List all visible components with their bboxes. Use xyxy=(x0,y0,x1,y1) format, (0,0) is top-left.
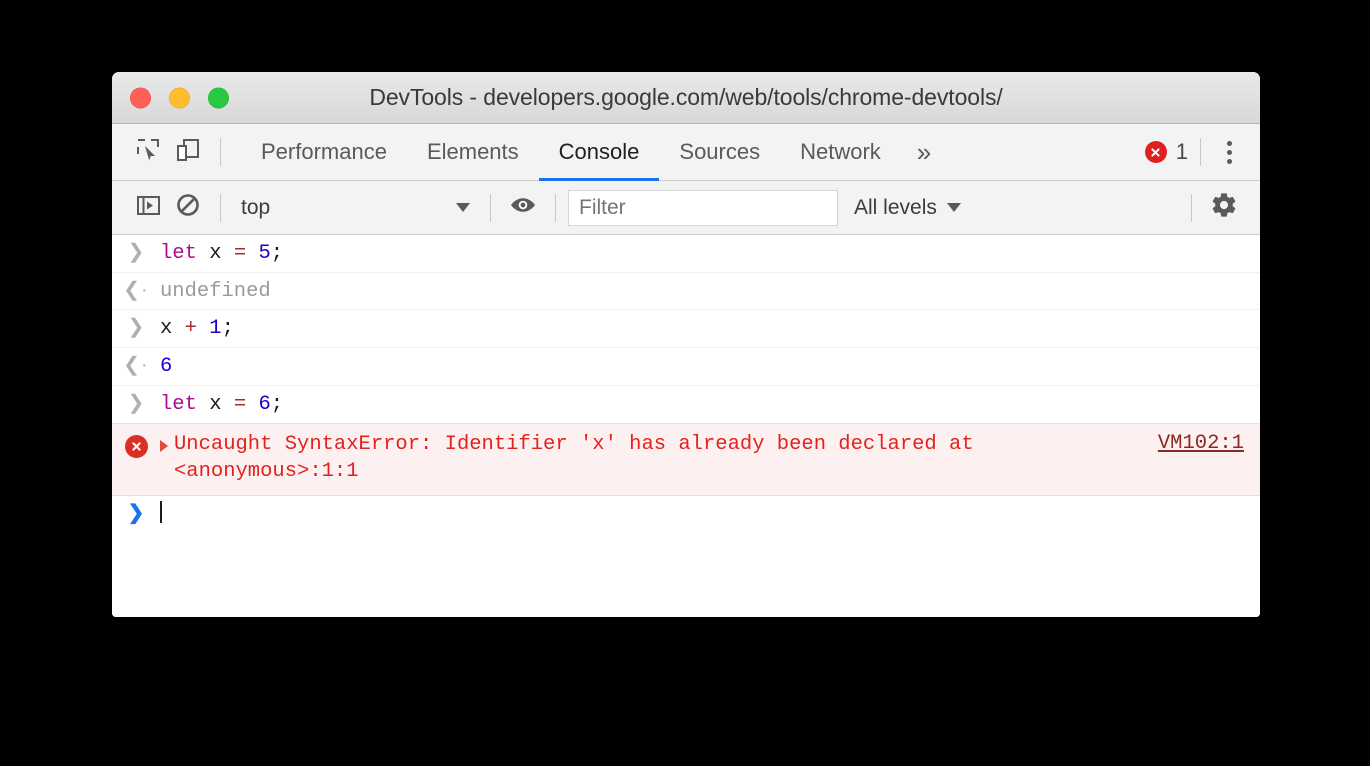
device-toolbar-button[interactable] xyxy=(168,132,208,172)
console-row-output[interactable]: 6 xyxy=(112,348,1260,386)
row-gutter xyxy=(112,315,160,337)
console-row-output[interactable]: undefined xyxy=(112,273,1260,311)
console-prompt-row[interactable] xyxy=(112,496,1260,534)
input-chevron-icon xyxy=(128,317,145,337)
devtools-tabbar: Performance Elements Console Sources Net… xyxy=(112,124,1260,181)
minimize-button[interactable] xyxy=(169,87,190,108)
live-expression-icon xyxy=(509,191,537,224)
maximize-button[interactable] xyxy=(208,87,229,108)
console-sidebar-toggle-button[interactable] xyxy=(128,188,168,228)
error-source-link[interactable]: VM102:1 xyxy=(1138,432,1244,455)
console-row-input[interactable]: x + 1; xyxy=(112,310,1260,349)
window-controls xyxy=(130,87,229,108)
error-count-label: 1 xyxy=(1175,139,1188,164)
tab-performance[interactable]: Performance xyxy=(241,124,407,180)
console-row-input[interactable]: let x = 5; xyxy=(112,235,1260,273)
row-gutter xyxy=(112,391,160,413)
input-chevron-icon xyxy=(128,393,145,413)
chevron-down-icon xyxy=(456,203,470,212)
row-gutter xyxy=(112,278,160,300)
console-toolbar-divider-1 xyxy=(220,193,221,222)
close-button[interactable] xyxy=(130,87,151,108)
console-prompt-input[interactable] xyxy=(160,500,1260,529)
live-expression-button[interactable] xyxy=(503,188,543,228)
tab-network[interactable]: Network xyxy=(780,124,901,180)
console-row-error[interactable]: Uncaught SyntaxError: Identifier 'x' has… xyxy=(112,423,1260,496)
console-input-expression-0: let x = 5; xyxy=(160,242,284,265)
inspect-element-icon xyxy=(135,137,161,168)
expand-triangle-icon[interactable] xyxy=(160,440,168,453)
input-chevron-icon xyxy=(128,242,145,262)
tabbar-right-divider xyxy=(1200,138,1201,166)
prompt-chevron-icon xyxy=(128,503,145,523)
clear-console-icon xyxy=(175,192,201,223)
error-message: Uncaught SyntaxError: Identifier 'x' has… xyxy=(174,433,974,483)
console-output-value-1: undefined xyxy=(160,279,271,303)
execution-context-select[interactable]: top xyxy=(233,191,478,225)
tabbar-divider xyxy=(220,138,221,166)
log-level-select[interactable]: All levels xyxy=(838,196,977,220)
tabbar-right-controls: 1 xyxy=(1144,138,1260,166)
console-toolbar-divider-2 xyxy=(490,193,491,222)
devtools-window: DevTools - developers.google.com/web/too… xyxy=(112,72,1260,617)
row-gutter xyxy=(112,240,160,262)
settings-button[interactable] xyxy=(1204,188,1244,228)
console-input-expression-4: let x = 6; xyxy=(160,392,284,416)
error-body: Uncaught SyntaxError: Identifier 'x' has… xyxy=(160,432,1260,485)
inspect-element-button[interactable] xyxy=(128,132,168,172)
console-message-list[interactable]: let x = 5; undefined x + 1; 6 let x = 6; xyxy=(112,235,1260,617)
chevron-down-icon xyxy=(946,203,961,212)
console-output-value-3: 6 xyxy=(160,355,173,379)
window-titlebar: DevTools - developers.google.com/web/too… xyxy=(112,72,1260,124)
console-sidebar-toggle-icon xyxy=(136,193,161,223)
console-toolbar: top All levels xyxy=(112,181,1260,235)
error-count-badge[interactable]: 1 xyxy=(1144,139,1188,165)
console-row-input[interactable]: let x = 6; xyxy=(112,386,1260,424)
kebab-menu-icon[interactable] xyxy=(1213,140,1246,164)
log-level-value: All levels xyxy=(854,195,937,219)
error-circle-icon xyxy=(1144,141,1167,163)
execution-context-value: top xyxy=(241,195,271,219)
console-input-expression-2: x + 1; xyxy=(160,317,234,341)
row-gutter xyxy=(112,501,160,523)
tab-sources[interactable]: Sources xyxy=(659,124,780,180)
row-gutter xyxy=(112,353,160,375)
window-title: DevTools - developers.google.com/web/too… xyxy=(369,84,1003,110)
settings-gear-icon xyxy=(1210,191,1238,224)
console-toolbar-divider-4 xyxy=(1191,193,1192,222)
error-circle-icon xyxy=(124,435,148,459)
tab-elements[interactable]: Elements xyxy=(407,124,539,180)
output-chevron-icon xyxy=(123,280,148,300)
tab-console[interactable]: Console xyxy=(538,124,660,181)
filter-input[interactable] xyxy=(568,189,838,226)
clear-console-button[interactable] xyxy=(168,188,208,228)
console-settings-area xyxy=(1179,188,1260,228)
device-toolbar-icon xyxy=(175,137,201,168)
console-toolbar-divider-3 xyxy=(555,193,556,222)
row-gutter xyxy=(112,432,160,459)
output-chevron-icon xyxy=(123,355,148,375)
more-tabs-button[interactable]: » xyxy=(901,124,947,180)
text-cursor xyxy=(160,500,162,523)
panel-tabs: Performance Elements Console Sources Net… xyxy=(241,124,947,181)
